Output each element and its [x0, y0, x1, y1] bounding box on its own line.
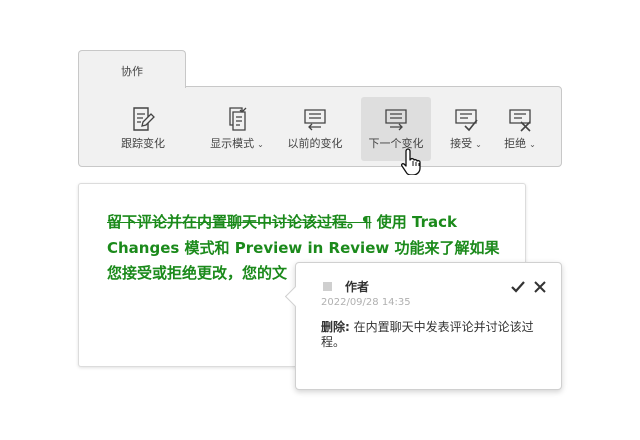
accept-label: 接受	[450, 137, 473, 150]
reject-button[interactable]: 拒绝 ⌄	[497, 97, 543, 161]
chevron-down-icon: ⌄	[475, 140, 482, 149]
change-description: 删除: 在内置聊天中发表评论并讨论该过程。	[321, 320, 543, 350]
previous-change-icon	[304, 109, 326, 131]
track-changes-button[interactable]: 跟踪变化	[107, 97, 179, 161]
tab-label: 协作	[121, 65, 143, 78]
change-content: 在内置聊天中发表评论并讨论该过程。	[321, 320, 534, 349]
display-mode-label: 显示模式	[210, 137, 255, 150]
author-color-swatch	[323, 282, 332, 291]
change-type-label: 删除:	[321, 320, 350, 334]
change-date: 2022/09/28 14:35	[321, 297, 411, 308]
accept-change-icon[interactable]	[510, 279, 526, 295]
collaboration-toolbar: 跟踪变化 显示模式 ⌄ 以前的变化 下一个变化 接受 ⌄ 拒绝 ⌄	[78, 86, 562, 167]
display-mode-label-wrap: 显示模式 ⌄	[197, 135, 277, 151]
reject-icon	[509, 109, 531, 132]
chevron-down-icon: ⌄	[257, 140, 264, 149]
accept-icon	[455, 109, 478, 132]
hand-cursor-icon	[401, 148, 421, 175]
change-popup: 作者 2022/09/28 14:35 删除: 在内置聊天中发表评论并讨论该过程…	[284, 262, 562, 390]
reject-label: 拒绝	[504, 137, 527, 150]
tab-collaboration[interactable]: 协作	[78, 50, 186, 88]
accept-button[interactable]: 接受 ⌄	[443, 97, 489, 161]
next-change-icon	[385, 109, 407, 131]
track-changes-label: 跟踪变化	[121, 137, 165, 150]
deleted-text[interactable]: 留下评论并在内置聊天中讨论该过程。¶	[107, 213, 372, 231]
track-changes-icon	[133, 107, 155, 131]
author-name: 作者	[345, 280, 370, 294]
chevron-down-icon: ⌄	[529, 140, 536, 149]
display-mode-icon	[229, 107, 247, 131]
display-mode-button[interactable]: 显示模式 ⌄	[197, 97, 277, 161]
reject-label-wrap: 拒绝 ⌄	[497, 135, 543, 151]
reject-change-icon[interactable]	[532, 279, 548, 295]
previous-change-label: 以前的变化	[287, 137, 343, 150]
accept-label-wrap: 接受 ⌄	[443, 135, 489, 151]
previous-change-button[interactable]: 以前的变化	[281, 97, 349, 161]
